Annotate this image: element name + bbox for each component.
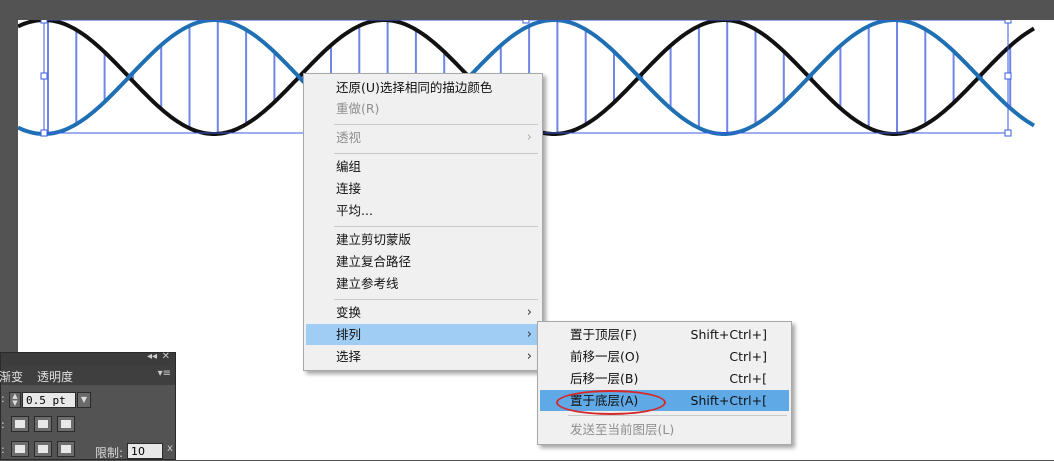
close-icon[interactable]: ✕ bbox=[162, 351, 170, 362]
arrange-submenu: 置于顶层(F) Shift+Ctrl+] 前移一层(O) Ctrl+] 后移一层(B… bbox=[537, 321, 792, 445]
panel-title-bar[interactable]: ◂◂ ✕ bbox=[1, 351, 175, 365]
submenu-arrow-icon: › bbox=[526, 327, 532, 342]
submenu-arrow-icon: › bbox=[526, 349, 532, 364]
bevel-join-button[interactable] bbox=[57, 441, 75, 457]
miter-join-button[interactable] bbox=[11, 441, 29, 457]
menu-item-perspective[interactable]: 透视 › bbox=[306, 127, 540, 148]
menu-item-make-compound-path[interactable]: 建立复合路径 bbox=[306, 251, 540, 272]
submenu-arrow-icon: › bbox=[526, 130, 532, 145]
menu-item-redo[interactable]: 重做(R) bbox=[306, 98, 540, 119]
join-row: : 限制: 10 x bbox=[1, 441, 173, 460]
stroke-weight-input[interactable]: 0.5 pt bbox=[22, 392, 76, 408]
shortcut-label: Ctrl+[ bbox=[729, 371, 767, 386]
selection-handle bbox=[40, 72, 48, 80]
annotation-ellipse bbox=[556, 390, 666, 415]
submenu-item-send-backward[interactable]: 后移一层(B) Ctrl+[ bbox=[540, 368, 789, 389]
selection-handle bbox=[40, 20, 48, 24]
selection-handle bbox=[40, 129, 48, 137]
selection-handle bbox=[522, 20, 530, 24]
selection-handle bbox=[1004, 129, 1012, 137]
menu-item-transform[interactable]: 变换 › bbox=[306, 302, 540, 323]
submenu-item-bring-to-front[interactable]: 置于顶层(F) Shift+Ctrl+] bbox=[540, 324, 789, 345]
menu-separator bbox=[334, 226, 538, 227]
menu-item-select[interactable]: 选择 › bbox=[306, 346, 540, 367]
chevron-down-icon[interactable]: ▼ bbox=[77, 392, 91, 408]
menu-item-average[interactable]: 平均... bbox=[306, 200, 540, 221]
butt-cap-button[interactable] bbox=[11, 416, 29, 432]
menu-separator bbox=[334, 299, 538, 300]
menu-item-make-clipping-mask[interactable]: 建立剪切蒙版 bbox=[306, 229, 540, 250]
menu-separator bbox=[334, 153, 538, 154]
shortcut-label: Ctrl+] bbox=[729, 349, 767, 364]
shortcut-label: Shift+Ctrl+] bbox=[690, 327, 767, 342]
selection-handle bbox=[1004, 72, 1012, 80]
panel-menu-icon[interactable]: ▾≡ bbox=[158, 368, 171, 379]
panel-tabs: 渐变 透明度 ▾≡ bbox=[0, 365, 175, 385]
menu-item-make-guides[interactable]: 建立参考线 bbox=[306, 273, 540, 294]
stroke-panel: ◂◂ ✕ 渐变 透明度 ▾≡ : ▲ ▼ 0.5 pt ▼ : : 限制: 10 … bbox=[0, 351, 176, 460]
round-join-button[interactable] bbox=[34, 441, 52, 457]
weight-row: : ▲ ▼ 0.5 pt ▼ bbox=[1, 390, 175, 410]
miter-limit-input[interactable]: 10 bbox=[127, 443, 163, 459]
weight-stepper[interactable]: ▲ ▼ bbox=[9, 392, 21, 408]
cap-row: : bbox=[1, 416, 175, 436]
menu-item-join[interactable]: 连接 bbox=[306, 178, 540, 199]
round-cap-button[interactable] bbox=[34, 416, 52, 432]
projecting-cap-button[interactable] bbox=[57, 416, 75, 432]
context-menu: 还原(U)选择相同的描边颜色 重做(R) 透视 › 编组 连接 平均... 建立剪… bbox=[303, 73, 543, 371]
submenu-item-bring-forward[interactable]: 前移一层(O) Ctrl+] bbox=[540, 346, 789, 367]
tab-transparency[interactable]: 透明度 bbox=[37, 368, 73, 385]
menu-item-group[interactable]: 编组 bbox=[306, 156, 540, 177]
menu-item-undo[interactable]: 还原(U)选择相同的描边颜色 bbox=[306, 77, 540, 98]
menu-separator bbox=[568, 415, 787, 416]
selection-handle bbox=[1004, 20, 1012, 24]
collapse-icon[interactable]: ◂◂ bbox=[147, 351, 157, 362]
limit-suffix: x bbox=[167, 443, 173, 454]
shortcut-label: Shift+Ctrl+[ bbox=[690, 393, 767, 408]
menu-item-arrange[interactable]: 排列 › bbox=[306, 324, 540, 345]
tab-gradient[interactable]: 渐变 bbox=[0, 368, 23, 385]
submenu-item-send-to-current-layer[interactable]: 发送至当前图层(L) bbox=[540, 419, 789, 440]
menu-separator bbox=[334, 124, 538, 125]
submenu-arrow-icon: › bbox=[526, 305, 532, 320]
miter-limit-label: 限制: bbox=[95, 446, 124, 460]
